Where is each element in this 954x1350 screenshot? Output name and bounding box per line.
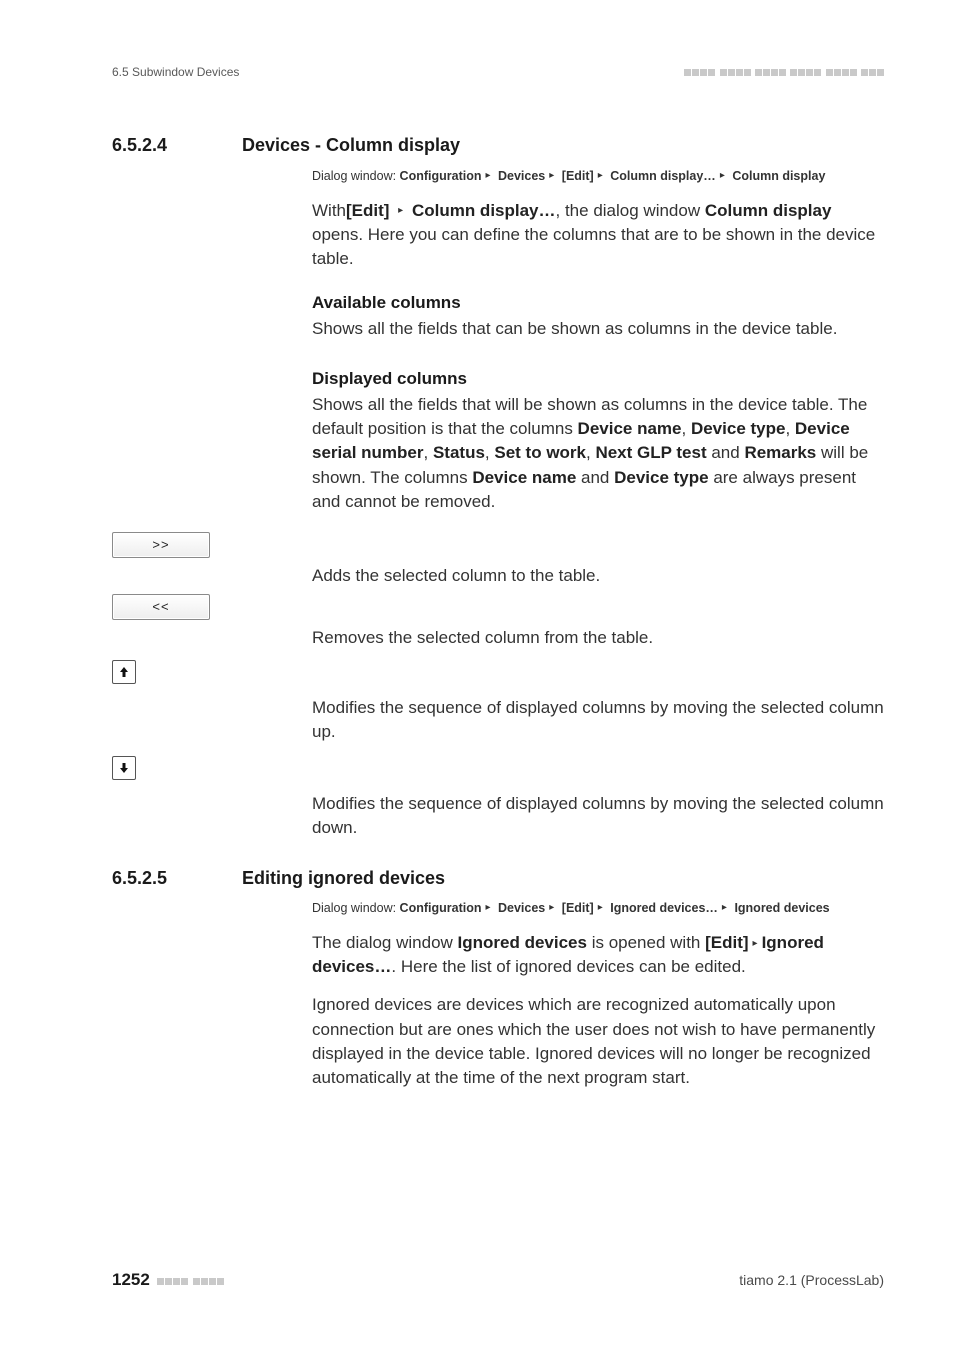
move-up-row: Modifies the sequence of displayed colum… — [112, 660, 884, 744]
section-title: Devices - Column display — [242, 134, 460, 157]
dialog-window-path: Dialog window: Configuration▸ Devices▸ [… — [312, 167, 884, 185]
intro-paragraph: With[Edit] ▸ Column display…, the dialog… — [312, 199, 884, 271]
add-column-button[interactable]: >> — [112, 532, 210, 558]
running-head: 6.5 Subwindow Devices — [112, 65, 884, 79]
section-title-2: Editing ignored devices — [242, 867, 445, 890]
add-column-row: >> Adds the selected column to the table… — [112, 532, 884, 588]
footer-decoration — [156, 1272, 224, 1288]
remove-column-row: << Removes the selected column from the … — [112, 594, 884, 650]
ignored-devices-para: Ignored devices are devices which are re… — [312, 993, 884, 1090]
section-heading-row: 6.5.2.4 Devices - Column display — [112, 134, 884, 157]
dialog-window-path-2: Dialog window: Configuration▸ Devices▸ [… — [312, 899, 884, 917]
section-body: Dialog window: Configuration▸ Devices▸ [… — [312, 167, 884, 514]
section-body-2: Dialog window: Configuration▸ Devices▸ [… — [312, 899, 884, 1090]
displayed-columns-text: Shows all the fields that will be shown … — [312, 393, 884, 514]
section-number-2: 6.5.2.5 — [112, 867, 242, 890]
page-number: 1252 — [112, 1270, 150, 1290]
header-decoration — [683, 65, 884, 79]
running-head-left: 6.5 Subwindow Devices — [112, 65, 239, 79]
arrow-down-icon[interactable] — [112, 756, 136, 780]
available-columns-head: Available columns — [312, 293, 884, 313]
product-name: tiamo 2.1 (ProcessLab) — [739, 1272, 884, 1288]
move-up-text: Modifies the sequence of displayed colum… — [312, 660, 884, 744]
section-heading-row-2: 6.5.2.5 Editing ignored devices — [112, 867, 884, 890]
remove-column-text: Removes the selected column from the tab… — [312, 594, 884, 650]
remove-column-button[interactable]: << — [112, 594, 210, 620]
add-column-text: Adds the selected column to the table. — [312, 532, 884, 588]
ignored-devices-intro: The dialog window Ignored devices is ope… — [312, 931, 884, 979]
arrow-up-icon[interactable] — [112, 660, 136, 684]
available-columns-text: Shows all the fields that can be shown a… — [312, 317, 884, 341]
displayed-columns-head: Displayed columns — [312, 369, 884, 389]
section-number: 6.5.2.4 — [112, 134, 242, 157]
footer: 1252 tiamo 2.1 (ProcessLab) — [112, 1270, 884, 1290]
move-down-text: Modifies the sequence of displayed colum… — [312, 756, 884, 840]
move-down-row: Modifies the sequence of displayed colum… — [112, 756, 884, 840]
